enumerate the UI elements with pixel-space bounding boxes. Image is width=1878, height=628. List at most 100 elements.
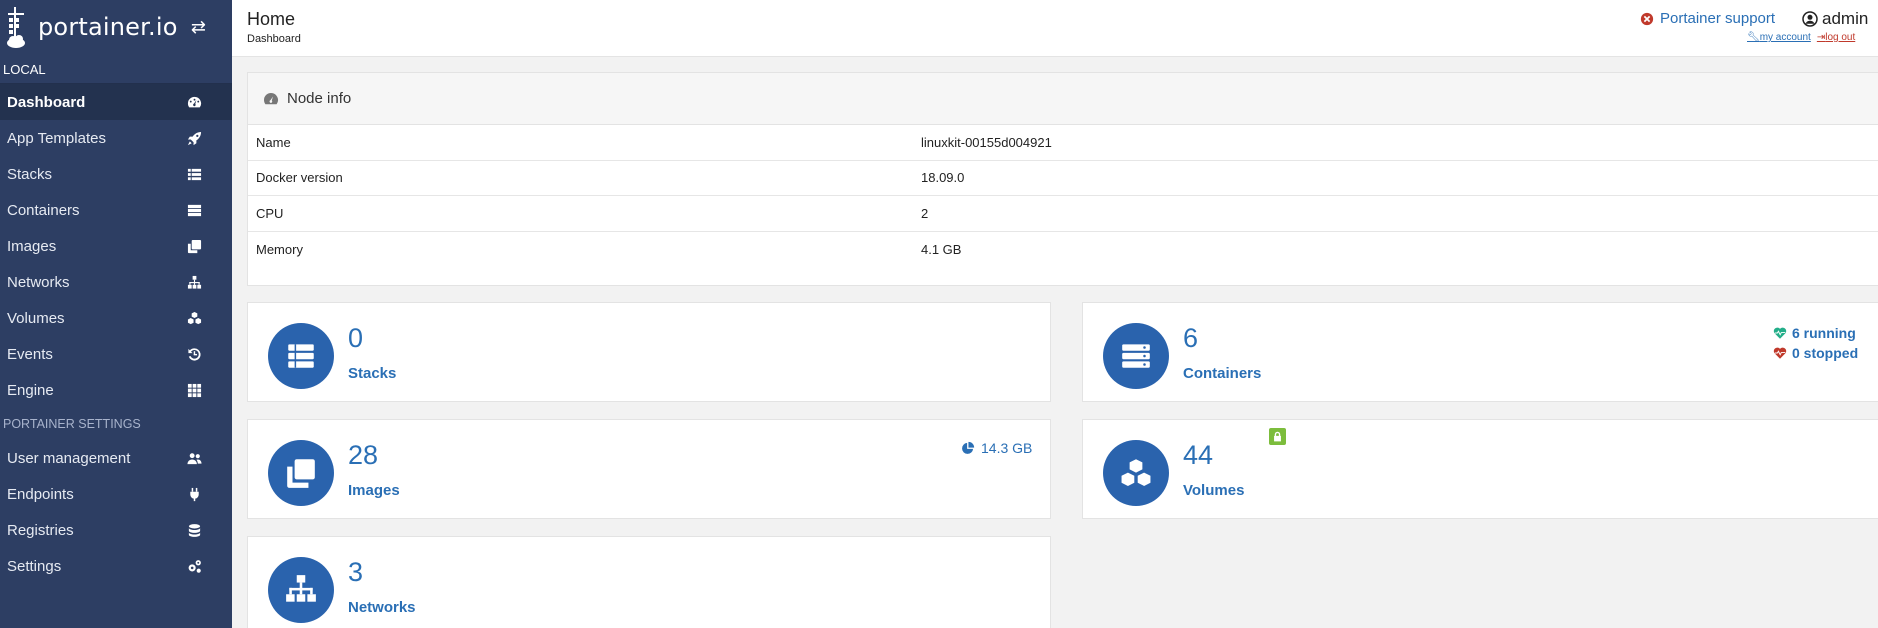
sidebar-item-settings[interactable]: Settings [0, 548, 232, 584]
stopped-status: 0 stopped [1773, 345, 1858, 361]
sidebar-item-label: Containers [7, 201, 80, 219]
table-row: Name linuxkit-00155d004921 [248, 125, 1878, 161]
tachometer-icon [264, 92, 278, 104]
users-icon [186, 450, 202, 466]
top-header: Home Dashboard Portainer support admin 🔧… [232, 0, 1878, 57]
sidebar-item-label: Events [7, 345, 53, 363]
table-row: Memory 4.1 GB [248, 232, 1878, 268]
server-icon [186, 202, 202, 218]
networks-count: 3 [348, 557, 364, 587]
brand-name: portainer.io [38, 13, 178, 41]
sidebar-item-images[interactable]: Images [0, 228, 232, 264]
rocket-icon [186, 130, 202, 146]
table-row: Docker version 18.09.0 [248, 161, 1878, 196]
database-icon [186, 522, 202, 538]
sidebar-item-app-templates[interactable]: App Templates [0, 120, 232, 156]
images-count: 28 [348, 440, 379, 470]
list-icon [288, 344, 314, 368]
sidebar-item-events[interactable]: Events [0, 336, 232, 372]
node-info-widget: Node info Name linuxkit-00155d004921 Doc… [247, 72, 1878, 286]
times-circle-icon [1640, 12, 1654, 25]
images-label: Images [348, 482, 400, 499]
sidebar-item-label: Registries [7, 521, 74, 539]
sidebar-item-containers[interactable]: Containers [0, 192, 232, 228]
support-label: Portainer support [1660, 10, 1776, 27]
node-info-title: Node info [287, 90, 352, 107]
sidebar-item-label: Engine [7, 381, 54, 399]
sidebar-item-dashboard[interactable]: Dashboard [0, 84, 232, 120]
clone-icon [287, 459, 315, 488]
sidebar-item-label: Dashboard [7, 93, 86, 111]
volumes-card[interactable]: 44 Volumes [1082, 419, 1878, 519]
sidebar: portainer.io ⇄ LOCAL Dashboard App Templ… [0, 0, 232, 628]
sidebar-item-endpoints[interactable]: Endpoints [0, 476, 232, 512]
volumes-label: Volumes [1183, 482, 1245, 499]
tachometer-icon [186, 94, 202, 110]
stacks-label: Stacks [348, 365, 397, 382]
volumes-icon-circle [1103, 440, 1169, 506]
containers-count: 6 [1183, 323, 1199, 353]
info-value: 4.1 GB [921, 241, 962, 257]
breadcrumb: Dashboard [247, 33, 301, 45]
stacks-count: 0 [348, 323, 364, 353]
lock-icon [1274, 431, 1281, 442]
clone-icon [186, 238, 202, 254]
cubes-icon [1121, 459, 1151, 486]
containers-card[interactable]: 6 Containers 6 running 0 stopped [1082, 302, 1878, 402]
history-icon [186, 346, 202, 362]
sidebar-item-registries[interactable]: Registries [0, 512, 232, 548]
images-card[interactable]: 28 Images 14.3 GB [247, 419, 1051, 519]
plug-icon [186, 486, 202, 502]
sitemap-icon [186, 274, 202, 290]
info-key: CPU [256, 205, 284, 221]
images-size: 14.3 GB [961, 440, 1032, 456]
sidebar-item-label: Images [7, 237, 57, 255]
brand[interactable]: portainer.io ⇄ [0, 0, 232, 54]
info-value: 18.09.0 [921, 170, 965, 186]
my-account-link[interactable]: 🔧︎my account [1747, 32, 1811, 43]
stopped-count: 0 stopped [1792, 345, 1859, 361]
account-links: 🔧︎my account ⇥log out [1747, 32, 1855, 43]
containers-icon-circle [1103, 323, 1169, 389]
th-icon [186, 382, 202, 398]
sidebar-item-label: Settings [7, 557, 62, 575]
sitemap-icon [286, 575, 316, 602]
sign-out-icon: ⇥ [1816, 32, 1826, 43]
networks-card[interactable]: 3 Networks [247, 536, 1051, 628]
stacks-icon-circle [268, 323, 334, 389]
sidebar-toggle-icon[interactable]: ⇄ [191, 17, 206, 38]
sidebar-item-engine[interactable]: Engine [0, 372, 232, 408]
log-out-link[interactable]: ⇥log out [1817, 32, 1855, 43]
sidebar-item-user-management[interactable]: User management [0, 440, 232, 476]
info-key: Name [256, 134, 291, 150]
endpoint-name: LOCAL [0, 54, 232, 84]
volumes-count: 44 [1183, 440, 1214, 470]
info-value: 2 [921, 205, 929, 221]
portainer-support-link[interactable]: Portainer support [1640, 10, 1775, 27]
stacks-card[interactable]: 0 Stacks [247, 302, 1051, 402]
user-menu: admin [1802, 9, 1868, 29]
sidebar-item-label: User management [7, 449, 131, 467]
info-key: Memory [256, 241, 303, 257]
cogs-icon [186, 558, 202, 574]
sidebar-item-label: Volumes [7, 309, 65, 327]
node-info-header: Node info [248, 73, 1878, 125]
running-status: 6 running [1773, 325, 1856, 341]
containers-label: Containers [1183, 365, 1262, 382]
wrench-icon: 🔧︎ [1747, 32, 1760, 43]
networks-label: Networks [348, 599, 416, 616]
server-icon [1122, 344, 1150, 368]
running-count: 6 running [1792, 325, 1856, 341]
sidebar-item-volumes[interactable]: Volumes [0, 300, 232, 336]
sidebar-item-label: App Templates [7, 129, 106, 147]
list-icon [186, 166, 202, 182]
sidebar-item-stacks[interactable]: Stacks [0, 156, 232, 192]
cubes-icon [186, 310, 202, 326]
sidebar-item-networks[interactable]: Networks [0, 264, 232, 300]
info-key: Docker version [256, 170, 343, 186]
heartbeat-icon [1773, 347, 1787, 359]
pie-chart-icon [962, 441, 975, 454]
settings-section-title: PORTAINER SETTINGS [3, 417, 141, 431]
username: admin [1822, 9, 1869, 28]
images-size-value: 14.3 GB [981, 440, 1033, 456]
